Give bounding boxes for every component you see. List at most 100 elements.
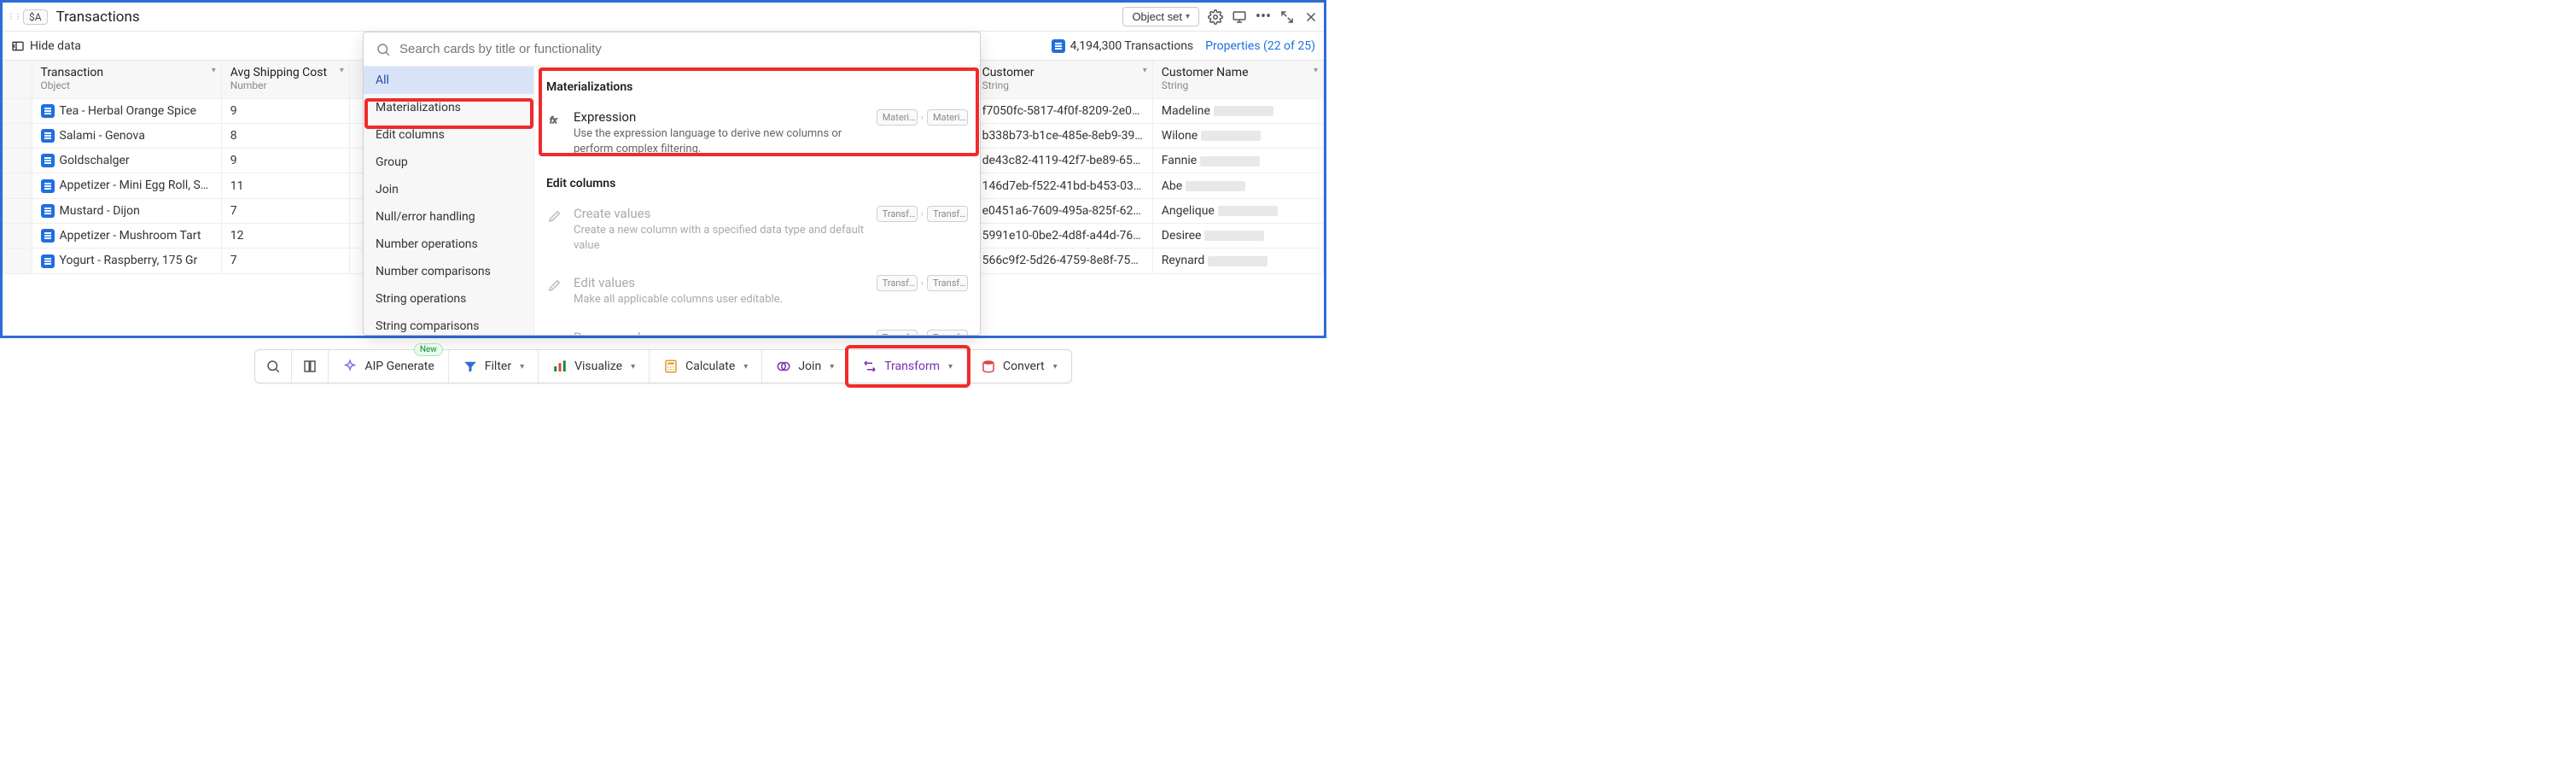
transform-button[interactable]: Transform ▾ (848, 350, 967, 383)
fx-icon: fx (546, 111, 563, 128)
cell-customer: b338b73-b1ce-485e-8eb9-391f207 (973, 123, 1152, 148)
chevron-down-icon: ▾ (830, 362, 834, 371)
chevron-down-icon[interactable]: ▾ (212, 66, 216, 75)
card-title: Create values (574, 206, 866, 221)
join-label: Join (798, 360, 821, 373)
category-item[interactable]: Join (364, 176, 533, 203)
book-button[interactable] (292, 350, 329, 383)
redacted-text (1208, 256, 1268, 266)
more-icon[interactable]: ••• (1256, 9, 1271, 25)
category-item[interactable]: All (364, 67, 533, 94)
cell-transaction: Appetizer - Mushroom Tart (32, 223, 221, 248)
expand-icon[interactable] (1279, 9, 1295, 25)
panel-title: Transactions (56, 9, 140, 26)
aip-generate-button[interactable]: AIP Generate New (329, 350, 448, 383)
search-icon (376, 42, 391, 57)
object-icon (41, 104, 55, 118)
cell-avgship: 8 (221, 123, 349, 148)
cell-avgship: 7 (221, 249, 349, 273)
category-item[interactable]: String operations (364, 285, 533, 313)
card-title: Rename columns (574, 330, 866, 335)
properties-link[interactable]: Properties (22 of 25) (1205, 39, 1315, 53)
cell-customer: 566c9f2-5d26-4759-8e8f-7563ab5 (973, 249, 1152, 273)
gear-icon[interactable] (1208, 9, 1223, 25)
tag: Materi… (927, 109, 968, 126)
column-header-avgship[interactable]: Avg Shipping Cost Number ▾ (221, 61, 349, 98)
search-button[interactable] (255, 350, 292, 383)
tag: Transf… (927, 275, 968, 291)
variable-badge[interactable]: $A (23, 9, 48, 25)
chevron-right-icon: › (921, 208, 924, 219)
cell-customer-name: Abe (1152, 173, 1323, 198)
filter-button[interactable]: Filter ▾ (449, 350, 539, 383)
chevron-down-icon[interactable]: ▾ (340, 66, 344, 75)
category-item[interactable]: Group (364, 149, 533, 176)
card-item[interactable]: Rename columns Rename a group of columns… (546, 323, 968, 335)
card-title: Expression (574, 109, 866, 125)
calculate-button[interactable]: Calculate ▾ (650, 350, 762, 383)
cell-customer: f7050fc-5817-4f0f-8209-2e041a02 (973, 98, 1152, 123)
convert-label: Convert (1003, 360, 1045, 373)
cell-customer-name: Angelique (1152, 198, 1323, 223)
tag: Materi… (877, 109, 918, 126)
chevron-down-icon[interactable]: ▾ (1314, 66, 1318, 75)
card-item[interactable]: fx Expression Use the expression languag… (546, 102, 968, 172)
cell-customer: de43c82-4119-42f7-be89-65b8a3b (973, 149, 1152, 173)
chevron-right-icon: › (921, 332, 924, 335)
card-list: Materializations fx Expression Use the e… (534, 67, 980, 335)
transactions-panel: ⋮⋮ $A Transactions Object set ▾ ••• (0, 0, 1326, 338)
search-input[interactable] (399, 42, 968, 56)
pencil-icon (546, 208, 563, 225)
rename-icon (546, 331, 563, 335)
convert-button[interactable]: Convert ▾ (967, 350, 1071, 383)
hide-data-button[interactable]: Hide data (11, 39, 81, 53)
cell-customer-name: Madeline (1152, 98, 1323, 123)
header-icon-group: ••• (1208, 9, 1319, 25)
card-desc: Create a new column with a specified dat… (574, 223, 866, 253)
cell-transaction: Goldschalger (32, 149, 221, 173)
cell-transaction: Tea - Herbal Orange Spice (32, 98, 221, 123)
card-item[interactable]: Edit values Make all applicable columns … (546, 268, 968, 323)
hide-data-label: Hide data (30, 39, 81, 53)
object-icon (41, 254, 55, 268)
column-gutter (3, 61, 32, 98)
chevron-down-icon: ▾ (948, 362, 953, 371)
transform-popup: AllMaterializationsEdit columnsGroupJoin… (363, 32, 981, 336)
present-icon[interactable] (1232, 9, 1247, 25)
category-item[interactable]: Materializations (364, 94, 533, 121)
cell-customer-name: Desiree (1152, 223, 1323, 248)
cell-customer-name: Reynard (1152, 249, 1323, 273)
join-button[interactable]: Join ▾ (762, 350, 848, 383)
category-item[interactable]: Null/error handling (364, 203, 533, 231)
column-header-customer[interactable]: Customer String ▾ (973, 61, 1152, 98)
object-icon (41, 229, 55, 243)
cell-customer-name: Wilone (1152, 123, 1323, 148)
chevron-down-icon[interactable]: ▾ (1143, 66, 1147, 75)
card-tags: Transf… › Transf… (877, 275, 968, 291)
chevron-down-icon: ▾ (631, 362, 635, 371)
drag-handle-icon[interactable]: ⋮⋮ (8, 9, 20, 26)
close-icon[interactable] (1303, 9, 1319, 25)
section-title: Edit columns (546, 177, 968, 190)
category-item[interactable]: Edit columns (364, 121, 533, 149)
column-header-customer-name[interactable]: Customer Name String ▾ (1152, 61, 1323, 98)
cell-avgship: 7 (221, 198, 349, 223)
tag: Transf… (927, 330, 968, 335)
pencil-icon (546, 277, 563, 294)
object-set-button[interactable]: Object set ▾ (1122, 7, 1199, 26)
row-count-text: 4,194,300 Transactions (1070, 39, 1194, 53)
column-header-transaction[interactable]: Transaction Object ▾ (32, 61, 221, 98)
row-count: 4,194,300 Transactions (1052, 39, 1194, 53)
category-item[interactable]: String comparisons (364, 313, 533, 335)
card-desc: Make all applicable columns user editabl… (574, 292, 866, 307)
object-set-label: Object set (1132, 10, 1182, 23)
popup-search (364, 32, 980, 67)
visualize-button[interactable]: Visualize ▾ (539, 350, 650, 383)
card-item[interactable]: Create values Create a new column with a… (546, 199, 968, 268)
category-item[interactable]: Number operations (364, 231, 533, 258)
redacted-text (1200, 156, 1260, 167)
card-tags: Transf… › Transf… (877, 206, 968, 222)
cell-transaction: Mustard - Dijon (32, 198, 221, 223)
category-item[interactable]: Number comparisons (364, 258, 533, 285)
bottom-toolbar-wrap: AIP Generate New Filter ▾ Visualize ▾ Ca… (0, 343, 1326, 389)
